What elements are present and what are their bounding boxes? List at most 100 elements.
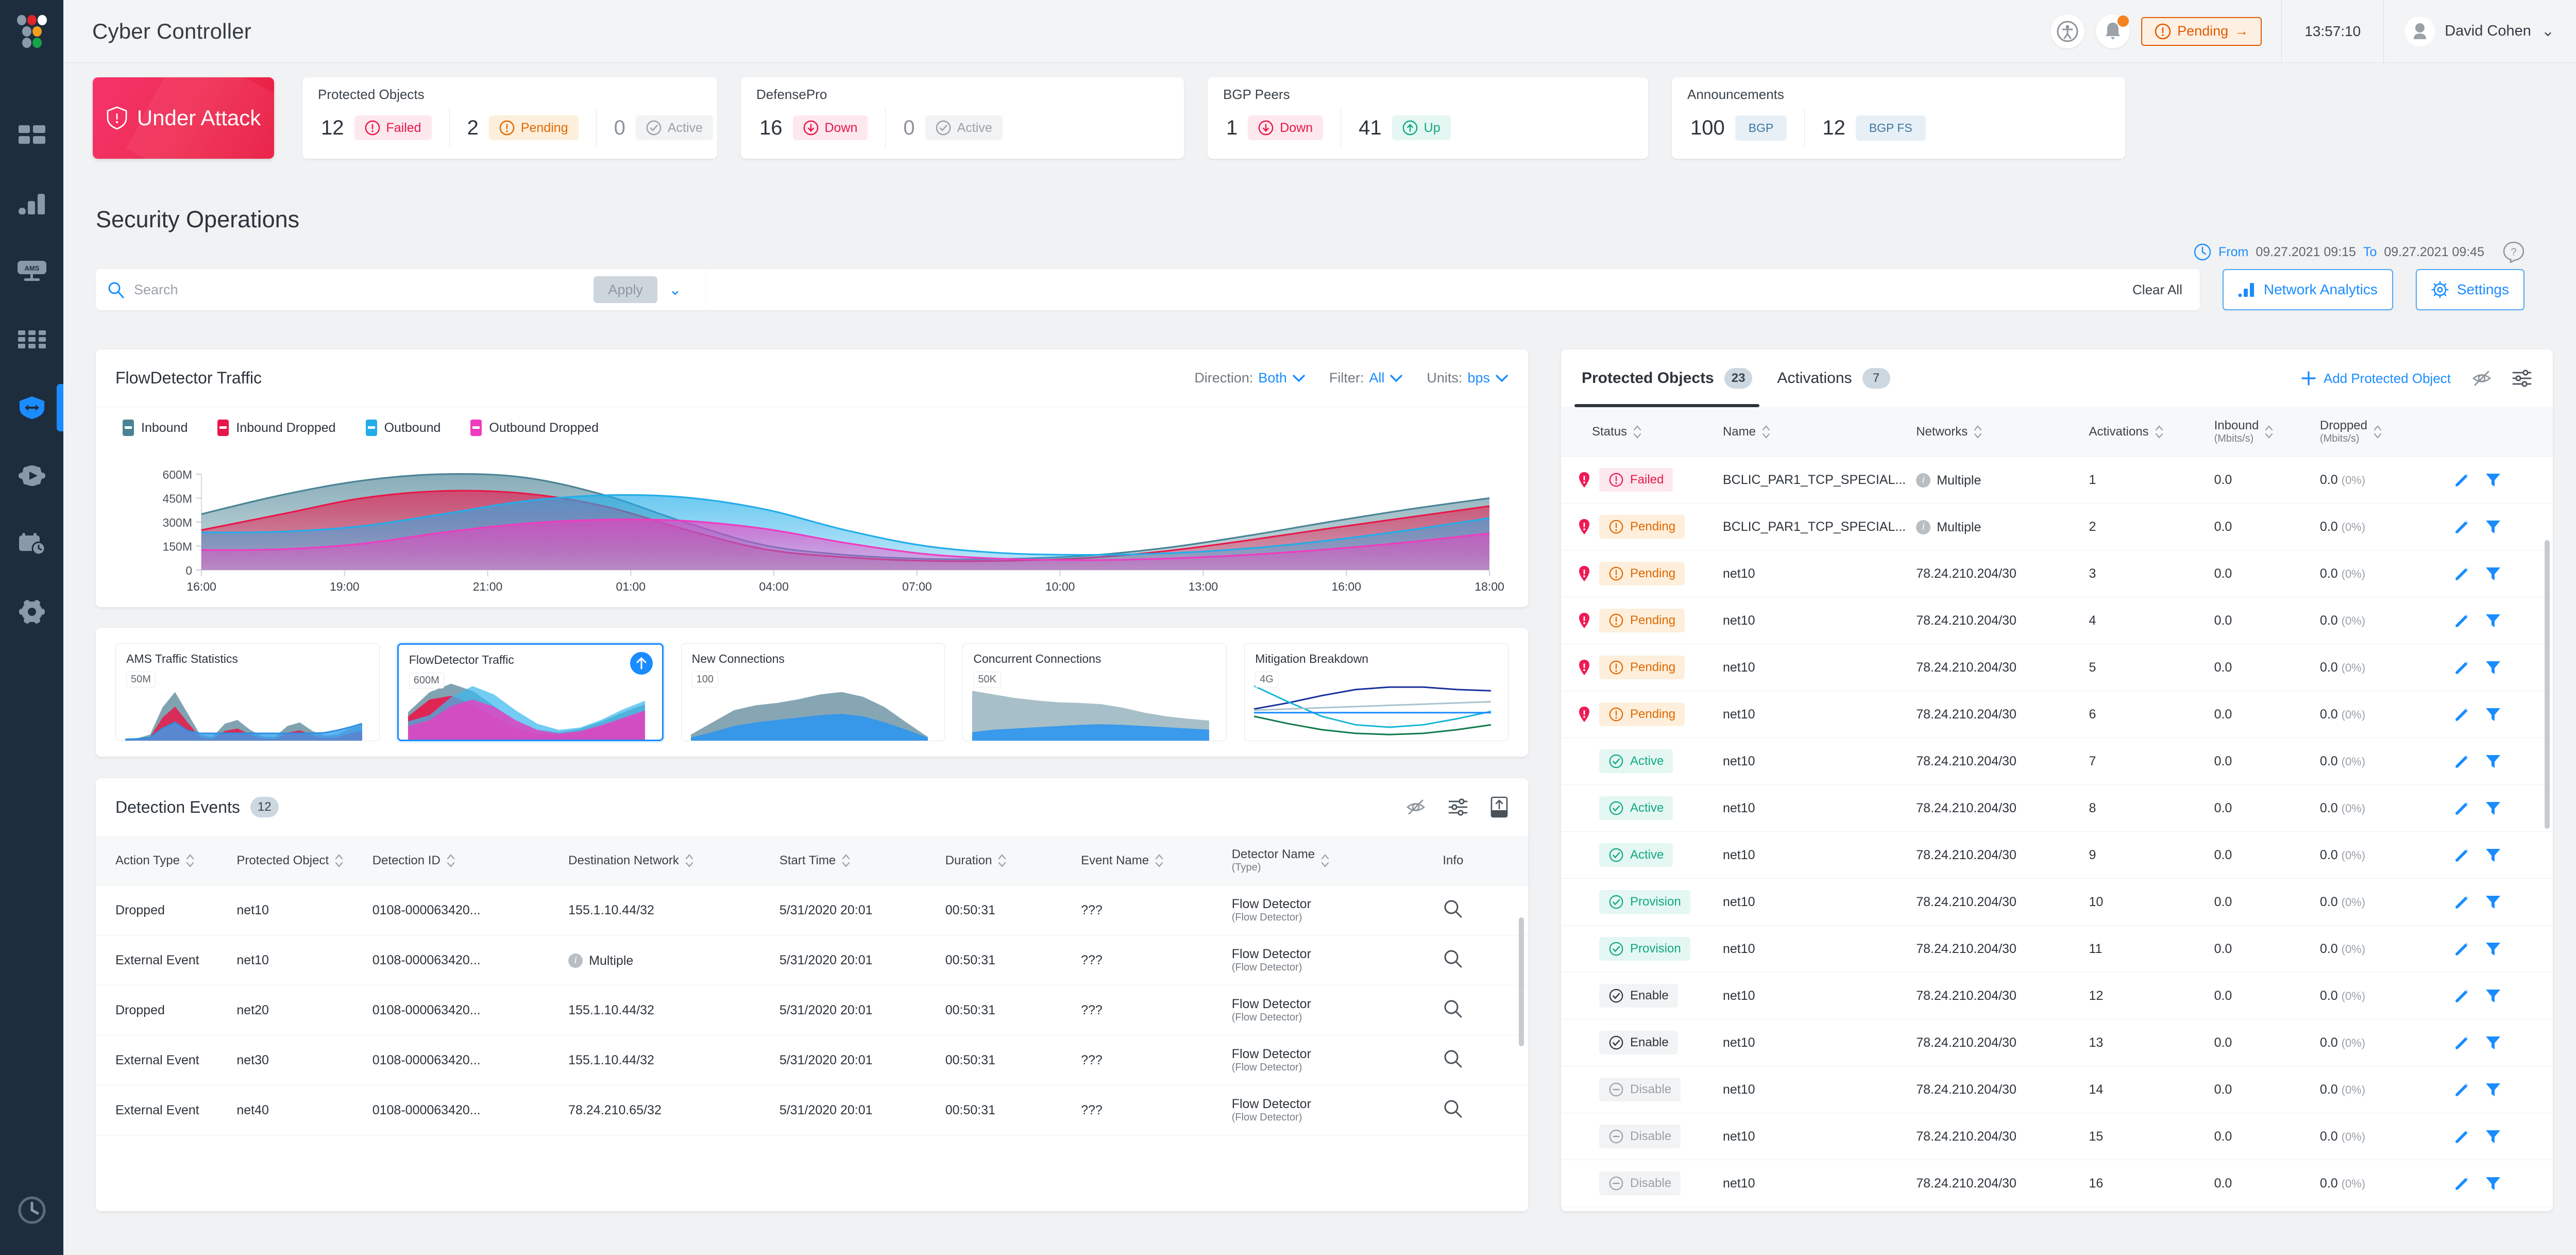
filter-icon[interactable] <box>2484 987 2502 1005</box>
table-row[interactable]: Enable net10 78.24.210.204/30 13 0.0 0.0 (0%) <box>1561 1019 2553 1066</box>
chart-thumbnail-1[interactable]: AMS Traffic Statistics 50M <box>115 643 380 741</box>
filter-icon[interactable] <box>2484 1128 2502 1145</box>
cell-info[interactable] <box>1437 885 1528 935</box>
table-row[interactable]: Dropped net20 0108-000063420... 155.1.10.44… <box>96 985 1528 1035</box>
detection-events-scrollbar[interactable] <box>1519 917 1524 1046</box>
edit-icon[interactable] <box>2453 1034 2471 1051</box>
filter-icon[interactable] <box>2484 1034 2502 1051</box>
table-row[interactable]: Disable net10 78.24.210.204/30 14 0.0 0.0 (0%… <box>1561 1066 2553 1113</box>
range-to-value[interactable]: 09.27.2021 09:45 <box>2384 245 2484 260</box>
edit-icon[interactable] <box>2453 846 2471 864</box>
sidebar-item-ams[interactable]: AMS <box>0 238 63 306</box>
filter-icon[interactable] <box>2484 659 2502 676</box>
filter-icon[interactable] <box>2484 846 2502 864</box>
table-row[interactable]: Active net10 78.24.210.204/30 8 0.0 0.0 (0%) <box>1561 784 2553 832</box>
cell-info[interactable] <box>1437 1085 1528 1135</box>
legend-item[interactable]: Outbound Dropped <box>470 420 599 436</box>
promote-chart-button[interactable] <box>630 652 653 675</box>
filter-icon[interactable] <box>2484 612 2502 629</box>
edit-icon[interactable] <box>2453 987 2471 1005</box>
search-input[interactable] <box>134 281 594 298</box>
edit-icon[interactable] <box>2453 1175 2471 1192</box>
column-header-inbound[interactable]: Inbound (Mbits/s) <box>2209 407 2315 457</box>
table-row[interactable]: Failed BCLIC_PAR1_TCP_SPECIAL... i Multiple… <box>1561 456 2553 504</box>
sort-icon[interactable] <box>2154 423 2164 441</box>
edit-icon[interactable] <box>2453 1128 2471 1145</box>
column-header-activations[interactable]: Activations <box>2083 407 2209 457</box>
search-detail-icon[interactable] <box>1443 898 1463 919</box>
edit-icon[interactable] <box>2453 1081 2471 1098</box>
sort-icon[interactable] <box>334 852 344 869</box>
sidebar-item-analytics[interactable] <box>0 170 63 238</box>
sidebar-item-workflow[interactable] <box>0 442 63 510</box>
edit-icon[interactable] <box>2453 612 2471 629</box>
column-header-start-time[interactable]: Start Time <box>774 836 940 885</box>
column-header-detection-id[interactable]: Detection ID <box>367 836 564 885</box>
cell-info[interactable] <box>1437 935 1528 985</box>
chart-thumbnail-4[interactable]: Concurrent Connections 50K <box>962 643 1227 741</box>
clear-all-button[interactable]: Clear All <box>2132 282 2182 298</box>
column-header-status[interactable]: Status <box>1561 407 1718 457</box>
search-detail-icon[interactable] <box>1443 1098 1463 1119</box>
accessibility-button[interactable] <box>2050 14 2085 48</box>
filter-chevron-down-icon[interactable]: ⌄ <box>669 281 682 299</box>
edit-icon[interactable] <box>2453 893 2471 911</box>
table-row[interactable]: Pending net10 78.24.210.204/30 4 0.0 0.0 (0%) <box>1561 597 2553 644</box>
column-header-duration[interactable]: Duration <box>940 836 1076 885</box>
column-settings-icon[interactable] <box>2512 368 2532 389</box>
sort-icon[interactable] <box>1154 852 1164 869</box>
network-analytics-button[interactable]: Network Analytics <box>2222 269 2393 310</box>
apply-button[interactable]: Apply <box>594 276 657 303</box>
search-detail-icon[interactable] <box>1443 948 1463 969</box>
column-header-networks[interactable]: Networks <box>1911 407 2084 457</box>
table-row[interactable]: Disable net10 78.24.210.204/30 16 0.0 0.0 (0%… <box>1561 1160 2553 1207</box>
column-header-protected-object[interactable]: Protected Object <box>231 836 367 885</box>
time-range[interactable]: From 09.27.2021 09:15 To 09.27.2021 09:4… <box>2194 241 2524 263</box>
filter-icon[interactable] <box>2484 1081 2502 1098</box>
range-from-value[interactable]: 09.27.2021 09:15 <box>2256 245 2356 260</box>
cell-info[interactable] <box>1437 985 1528 1035</box>
table-row[interactable]: Disable net10 78.24.210.204/30 15 0.0 0.0 (0%… <box>1561 1113 2553 1160</box>
filter-icon[interactable] <box>2484 1175 2502 1192</box>
hide-icon[interactable] <box>2471 368 2492 389</box>
table-row[interactable]: Dropped net10 0108-000063420... 155.1.10.44… <box>96 885 1528 935</box>
search-detail-icon[interactable] <box>1443 998 1463 1019</box>
export-icon[interactable] <box>1490 796 1509 818</box>
protected-objects-scrollbar[interactable] <box>2545 540 2550 829</box>
edit-icon[interactable] <box>2453 752 2471 770</box>
table-row[interactable]: Active net10 78.24.210.204/30 9 0.0 0.0 (0%) <box>1561 831 2553 879</box>
hide-icon[interactable] <box>1405 797 1426 817</box>
pending-status-button[interactable]: Pending → <box>2141 16 2262 46</box>
edit-icon[interactable] <box>2453 518 2471 536</box>
column-header-action-type[interactable]: Action Type <box>96 836 232 885</box>
edit-icon[interactable] <box>2453 471 2471 489</box>
search-detail-icon[interactable] <box>1443 1048 1463 1069</box>
table-row[interactable]: Pending net10 78.24.210.204/30 3 0.0 0.0 (0%) <box>1561 550 2553 597</box>
column-header-name[interactable]: Name <box>1717 407 1911 457</box>
table-row[interactable]: External Event net10 0108-000063420... i Mul… <box>96 935 1528 985</box>
user-menu[interactable]: David Cohen ⌄ <box>2384 16 2576 47</box>
table-row[interactable]: Provision net10 78.24.210.204/30 11 0.0 0.0 (… <box>1561 925 2553 973</box>
legend-item[interactable]: Inbound <box>123 420 188 436</box>
sidebar-item-protection[interactable] <box>0 374 63 442</box>
filter-dropdown[interactable]: Filter: All <box>1329 370 1403 386</box>
legend-item[interactable]: Outbound <box>365 420 440 436</box>
sort-icon[interactable] <box>446 852 456 869</box>
tab-protected-objects[interactable]: Protected Objects 23 <box>1574 349 1760 407</box>
table-row[interactable]: External Event net40 0108-000063420... 78.2… <box>96 1085 1528 1135</box>
filter-icon[interactable] <box>2484 799 2502 817</box>
sort-icon[interactable] <box>1761 423 1771 441</box>
edit-icon[interactable] <box>2453 659 2471 676</box>
sort-icon[interactable] <box>2372 423 2383 441</box>
filter-icon[interactable] <box>2484 518 2502 536</box>
filter-icon[interactable] <box>2484 940 2502 958</box>
sort-icon[interactable] <box>997 852 1007 869</box>
column-header-destination-network[interactable]: Destination Network <box>563 836 774 885</box>
settings-button[interactable]: Settings <box>2415 269 2524 310</box>
column-settings-icon[interactable] <box>1448 797 1468 817</box>
notifications-button[interactable] <box>2096 14 2130 48</box>
table-row[interactable]: Pending net10 78.24.210.204/30 5 0.0 0.0 (0%) <box>1561 644 2553 691</box>
filter-icon[interactable] <box>2484 565 2502 582</box>
sort-icon[interactable] <box>2264 423 2274 441</box>
edit-icon[interactable] <box>2453 799 2471 817</box>
